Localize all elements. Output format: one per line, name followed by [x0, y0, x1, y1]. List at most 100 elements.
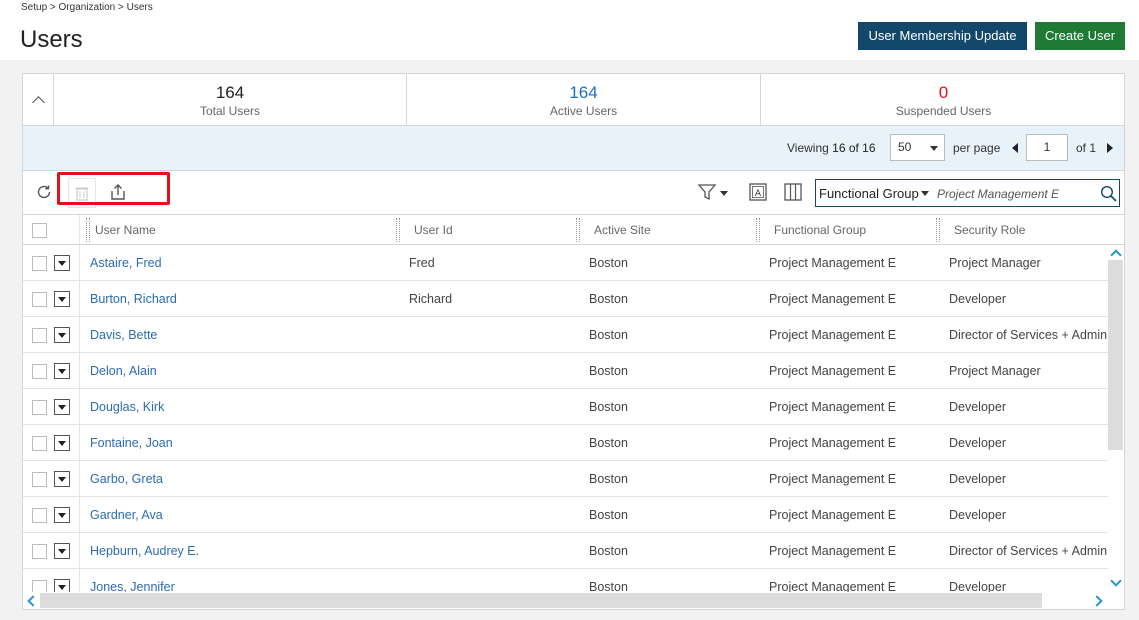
- security-role-cell: Developer: [949, 400, 1006, 414]
- next-page-icon[interactable]: [1107, 143, 1113, 153]
- table-row[interactable]: Burton, Richard Richard Boston Project M…: [23, 281, 1108, 317]
- table-row[interactable]: Fontaine, Joan Boston Project Management…: [23, 425, 1108, 461]
- chevron-down-icon[interactable]: [921, 191, 929, 196]
- column-header-security-role[interactable]: Security Role: [954, 215, 1025, 245]
- row-menu-button[interactable]: [54, 363, 70, 379]
- horizontal-scroll-thumb[interactable]: [40, 593, 1042, 608]
- per-page-select[interactable]: 50: [890, 134, 945, 161]
- user-name-link[interactable]: Astaire, Fred: [90, 245, 162, 281]
- filter-icon[interactable]: [697, 182, 717, 202]
- table-row[interactable]: Garbo, Greta Boston Project Management E…: [23, 461, 1108, 497]
- row-checkbox[interactable]: [32, 364, 47, 379]
- chevron-down-icon: [58, 297, 66, 302]
- scroll-down-icon[interactable]: [1110, 575, 1122, 587]
- search-box[interactable]: Functional Group Project Management E: [815, 179, 1120, 207]
- user-membership-update-button[interactable]: User Membership Update: [858, 22, 1027, 50]
- user-name-link[interactable]: Gardner, Ava: [90, 497, 163, 533]
- row-menu-button[interactable]: [54, 507, 70, 523]
- row-menu-button[interactable]: [54, 255, 70, 271]
- row-menu-button[interactable]: [54, 579, 70, 592]
- user-name-link[interactable]: Davis, Bette: [90, 317, 157, 353]
- stat-active-users[interactable]: 164 Active Users: [407, 74, 761, 126]
- row-menu-button[interactable]: [54, 399, 70, 415]
- column-header-user-id[interactable]: User Id: [414, 215, 453, 245]
- column-resize-handle[interactable]: [576, 218, 580, 242]
- refresh-icon[interactable]: [34, 182, 54, 202]
- search-input[interactable]: Project Management E: [937, 187, 1059, 201]
- table-row[interactable]: Delon, Alain Boston Project Management E…: [23, 353, 1108, 389]
- table-row[interactable]: Davis, Bette Boston Project Management E…: [23, 317, 1108, 353]
- viewing-label: Viewing: [787, 141, 829, 155]
- column-header-functional-group[interactable]: Functional Group: [774, 215, 866, 245]
- user-name-link[interactable]: Fontaine, Joan: [90, 425, 173, 461]
- functional-group-cell: Project Management E: [769, 400, 897, 414]
- collapse-button[interactable]: [23, 74, 54, 126]
- row-menu-button[interactable]: [54, 471, 70, 487]
- select-all-checkbox[interactable]: [32, 223, 47, 238]
- row-menu-button[interactable]: [54, 327, 70, 343]
- security-role-cell: Project Manager: [949, 364, 1041, 378]
- per-page-value: 50: [898, 140, 912, 154]
- active-site-cell: Boston: [589, 580, 628, 592]
- user-name-link[interactable]: Hepburn, Audrey E.: [90, 533, 199, 569]
- table-row[interactable]: Gardner, Ava Boston Project Management E…: [23, 497, 1108, 533]
- create-user-button[interactable]: Create User: [1035, 22, 1125, 50]
- column-header-active-site[interactable]: Active Site: [594, 215, 651, 245]
- column-resize-handle[interactable]: [86, 218, 90, 242]
- selection-highlight: [57, 172, 170, 205]
- functional-group-cell: Project Management E: [769, 508, 897, 522]
- row-checkbox[interactable]: [32, 508, 47, 523]
- table-row[interactable]: Hepburn, Audrey E. Boston Project Manage…: [23, 533, 1108, 569]
- row-menu-button[interactable]: [54, 435, 70, 451]
- row-checkbox[interactable]: [32, 328, 47, 343]
- row-checkbox[interactable]: [32, 400, 47, 415]
- column-divider: [79, 281, 80, 317]
- column-resize-handle[interactable]: [936, 218, 940, 242]
- active-site-cell: Boston: [589, 472, 628, 486]
- search-field-select[interactable]: Functional Group: [819, 186, 919, 201]
- row-checkbox[interactable]: [32, 472, 47, 487]
- user-name-link[interactable]: Douglas, Kirk: [90, 389, 164, 425]
- row-menu-button[interactable]: [54, 291, 70, 307]
- user-name-link[interactable]: Burton, Richard: [90, 281, 177, 317]
- row-menu-button[interactable]: [54, 543, 70, 559]
- horizontal-scrollbar[interactable]: [23, 592, 1124, 609]
- table-row[interactable]: Astaire, Fred Fred Boston Project Manage…: [23, 245, 1108, 281]
- functional-group-cell: Project Management E: [769, 364, 897, 378]
- prev-page-icon[interactable]: [1012, 143, 1018, 153]
- column-divider: [79, 461, 80, 497]
- row-checkbox[interactable]: [32, 292, 47, 307]
- column-resize-handle[interactable]: [396, 218, 400, 242]
- row-checkbox[interactable]: [32, 544, 47, 559]
- vertical-scroll-thumb[interactable]: [1108, 260, 1123, 450]
- row-checkbox[interactable]: [32, 580, 47, 592]
- table-row[interactable]: Douglas, Kirk Boston Project Management …: [23, 389, 1108, 425]
- column-resize-handle[interactable]: [756, 218, 760, 242]
- row-checkbox[interactable]: [32, 436, 47, 451]
- users-panel: 164 Total Users 164 Active Users 0 Suspe…: [22, 73, 1125, 610]
- functional-group-cell: Project Management E: [769, 328, 897, 342]
- vertical-scrollbar[interactable]: [1108, 245, 1124, 592]
- grid-toolbar: A Functional Group Project Management E: [23, 171, 1124, 215]
- active-site-cell: Boston: [589, 328, 628, 342]
- columns-icon[interactable]: [783, 182, 803, 202]
- row-checkbox[interactable]: [32, 256, 47, 271]
- scroll-up-icon[interactable]: [1110, 249, 1122, 261]
- page-number-input[interactable]: 1: [1026, 134, 1068, 161]
- filter-dropdown-icon[interactable]: [720, 191, 728, 196]
- security-role-cell: Project Manager: [949, 256, 1041, 270]
- column-header-user-name[interactable]: User Name: [95, 215, 156, 245]
- scroll-left-icon[interactable]: [27, 595, 39, 607]
- scroll-right-icon[interactable]: [1091, 595, 1103, 607]
- functional-group-cell: Project Management E: [769, 580, 897, 592]
- active-site-cell: Boston: [589, 436, 628, 450]
- user-name-link[interactable]: Delon, Alain: [90, 353, 157, 389]
- user-name-link[interactable]: Garbo, Greta: [90, 461, 163, 497]
- stat-suspended-users[interactable]: 0 Suspended Users: [761, 74, 1124, 126]
- user-id-cell: Richard: [409, 292, 453, 306]
- text-format-icon[interactable]: A: [748, 182, 768, 202]
- table-row[interactable]: Jones, Jennifer Boston Project Managemen…: [23, 569, 1108, 592]
- chevron-down-icon: [58, 369, 66, 374]
- user-name-link[interactable]: Jones, Jennifer: [90, 569, 175, 592]
- search-icon[interactable]: [1100, 185, 1117, 202]
